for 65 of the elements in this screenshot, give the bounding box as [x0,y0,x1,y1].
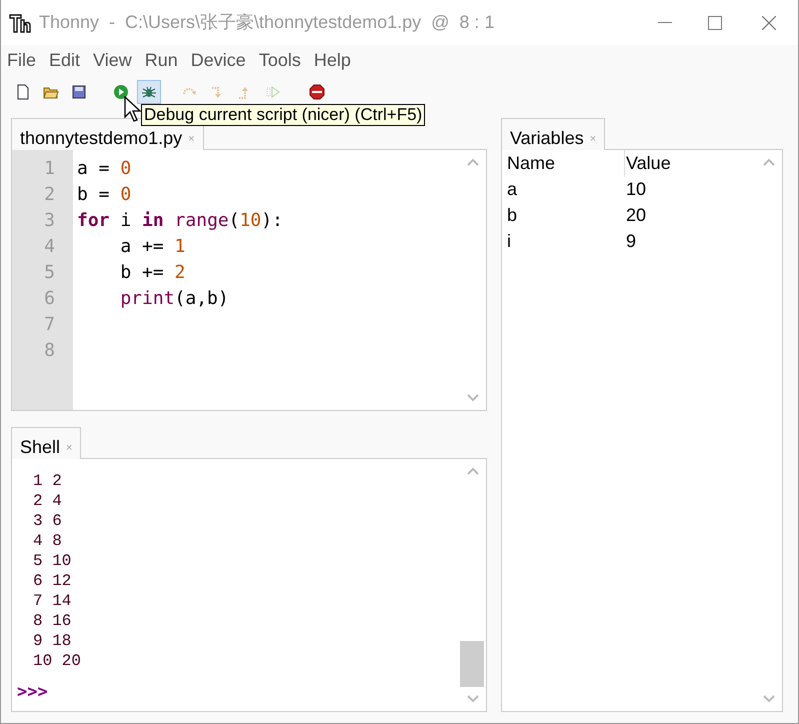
column-header[interactable]: Name [507,150,625,176]
close-icon[interactable] [762,16,776,30]
code-line: a += 1 [119,235,186,259]
table-cell-text: 20 [626,204,646,226]
line-number: 3 [44,209,55,233]
menu-item[interactable]: Device [190,46,246,74]
shell-tab[interactable]: Shell × [11,427,82,459]
menu-item[interactable]: Run [144,46,178,74]
resume-icon [265,84,281,100]
app-logo-icon [9,12,31,32]
code-line: print(a,b) [119,287,230,311]
scroll-up-icon[interactable] [467,467,479,475]
table-cell-text: i [507,230,512,252]
code-line: b = 0 [77,183,132,207]
tooltip: Debug current script (nicer) (Ctrl+F5) [141,104,426,126]
menu-item[interactable]: Tools [258,46,301,74]
variables-tab[interactable]: Variables × [501,118,606,150]
table-cell-text: a [507,178,518,200]
shell-prompt: >>> [17,680,49,704]
debug-button[interactable] [137,80,161,104]
tab-label: Shell [20,436,60,458]
play-icon [113,84,129,100]
mouse-pointer-icon [124,96,144,124]
table-cell-text: 9 [626,230,636,252]
document-icon [15,84,31,100]
line-number: 1 [44,157,55,181]
line-number: 6 [44,287,55,311]
menu-item[interactable]: View [93,46,132,74]
code-line: for i in range(10): [77,209,284,233]
shell-output-line: 1 2 [32,471,63,491]
scroll-up-icon[interactable] [467,158,479,166]
line-number: 8 [44,339,55,363]
line-number: 7 [44,313,55,337]
shell-output-line: 2 4 [32,491,63,511]
menu-item[interactable]: File [7,46,36,74]
bug-icon [141,84,157,100]
shell-output-line: 8 16 [32,611,72,631]
window-title: Thonny - C:\Users\张子豪\thonnytestdemo1.py @ 8 : 1 [39,11,494,34]
line-number: 2 [44,183,55,207]
scroll-down-icon[interactable] [467,394,479,402]
shell-output-line: 7 14 [32,591,72,611]
menu-item[interactable]: Help [314,46,351,74]
code-line: b += 2 [119,261,186,285]
shell-output-line: 5 10 [32,551,72,571]
minimize-icon[interactable] [658,22,672,24]
scroll-up-icon[interactable] [763,158,775,166]
line-number: 5 [44,261,55,285]
shell-output-line: 10 20 [32,651,82,671]
tab-label: thonnytestdemo1.py [20,127,182,149]
line-number: 4 [44,235,55,259]
menu-item[interactable]: Edit [49,46,80,74]
table-cell-text: 10 [626,178,646,200]
scrollbar-thumb[interactable] [460,641,484,687]
shell-output-line: 6 12 [32,571,72,591]
stop-sign-icon [309,84,325,100]
scroll-down-icon[interactable] [763,695,775,703]
maximize-icon[interactable] [708,16,722,30]
shell-output-line: 9 18 [32,631,72,651]
table-cell-text: b [507,204,518,226]
shell-output-line: 3 6 [32,511,63,531]
tab-label: Variables [510,127,584,149]
column-header[interactable]: Value [625,150,671,176]
code-line: a = 0 [77,157,132,181]
scroll-down-icon[interactable] [467,695,479,703]
shell-output-line: 4 8 [32,531,63,551]
